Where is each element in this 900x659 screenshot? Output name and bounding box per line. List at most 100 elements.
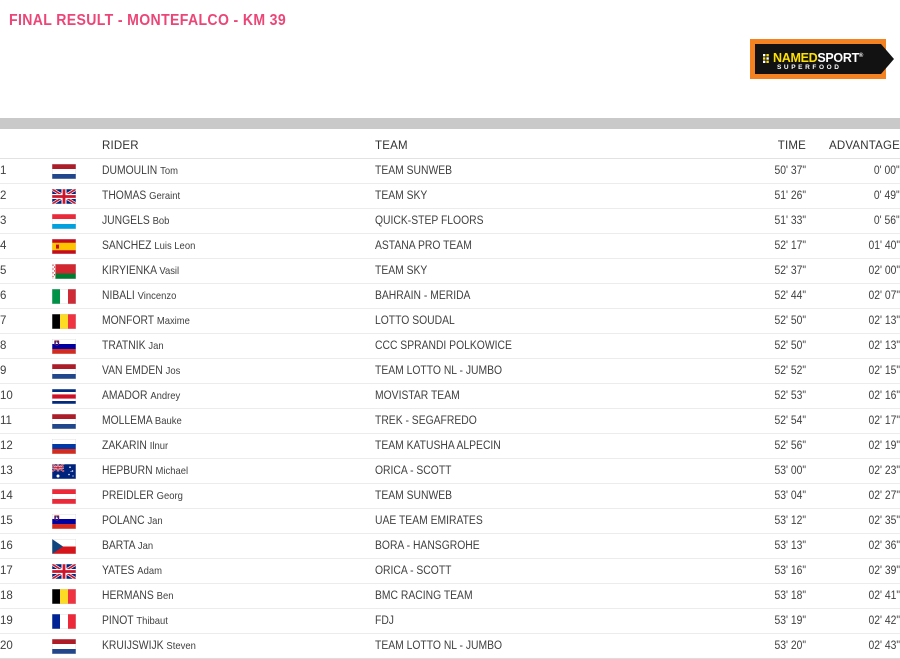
table-row[interactable]: 3 JUNGELS Bob QUICK-STEP FLOORS 51' 33" 0' 5… [0,209,900,234]
table-row[interactable]: 4 SANCHEZ Luis Leon ASTANA PRO TEAM 52' 17"… [0,234,900,259]
table-row[interactable]: 1 DUMOULIN Tom TEAM SUNWEB 50' 37" 0' 00" [0,159,900,184]
cell-team[interactable]: FDJ [375,609,725,634]
table-row[interactable]: 11 MOLLEMA Bauke TREK - SEGAFREDO 52' 54" 02… [0,409,900,434]
cell-team[interactable]: TEAM SUNWEB [375,159,725,184]
cell-rider[interactable]: HERMANS Ben [102,584,375,609]
team-name: TEAM KATUSHA ALPECIN [375,440,501,452]
cell-rider[interactable]: KIRYIENKA Vasil [102,259,375,284]
cell-team[interactable]: ORICA - SCOTT [375,559,725,584]
table-row[interactable]: 6 NIBALI Vincenzo BAHRAIN - MERIDA 52' 44" 0… [0,284,900,309]
rider-name: JUNGELS Bob [102,215,169,227]
cell-team[interactable]: TEAM SUNWEB [375,484,725,509]
advantage-value: 02' 07" [868,290,900,302]
cell-team[interactable]: TEAM LOTTO NL - JUMBO [375,359,725,384]
cell-time: 53' 12" [725,509,806,534]
cell-team[interactable]: CCC SPRANDI POLKOWICE [375,334,725,359]
cell-advantage: 02' 42" [806,609,900,634]
rider-surname: VAN EMDEN [102,365,163,377]
cell-rider[interactable]: MONFORT Maxime [102,309,375,334]
team-name: TEAM SUNWEB [375,165,453,177]
cell-team[interactable]: TEAM SKY [375,184,725,209]
rider-firstname: Georg [156,490,183,502]
rider-name: HEPBURN Michael [102,465,188,477]
cell-team[interactable]: QUICK-STEP FLOORS [375,209,725,234]
cell-rider[interactable]: DUMOULIN Tom [102,159,375,184]
table-row[interactable]: 15 POLANC Jan UAE TEAM EMIRATES 53' 12" 02' … [0,509,900,534]
cell-flag [52,634,102,659]
logo-wordmark: NAMEDSPORT® [763,50,863,65]
cell-team[interactable]: TEAM LOTTO NL - JUMBO [375,634,725,659]
cell-team[interactable]: ORICA - SCOTT [375,459,725,484]
cell-rank: 4 [0,240,7,252]
team-name: LOTTO SOUDAL [375,315,455,327]
cell-team[interactable]: MOVISTAR TEAM [375,384,725,409]
table-row[interactable]: 12 ZAKARIN Ilnur TEAM KATUSHA ALPECIN 52' 5… [0,434,900,459]
cell-rider[interactable]: ZAKARIN Ilnur [102,434,375,459]
team-name: BAHRAIN - MERIDA [375,290,471,302]
advantage-value: 02' 13" [868,340,900,352]
cell-advantage: 02' 13" [806,309,900,334]
cell-rider[interactable]: BARTA Jan [102,534,375,559]
cell-advantage: 0' 49" [806,184,900,209]
cell-time: 52' 53" [725,384,806,409]
table-row[interactable]: 7 MONFORT Maxime LOTTO SOUDAL 52' 50" 02' 13… [0,309,900,334]
time-value: 53' 04" [774,490,806,502]
cell-rider[interactable]: THOMAS Geraint [102,184,375,209]
rider-name: MOLLEMA Bauke [102,415,182,427]
cell-rider[interactable]: AMADOR Andrey [102,384,375,409]
flag-icon-es [52,238,76,254]
cell-rider[interactable]: POLANC Jan [102,509,375,534]
cell-team[interactable]: UAE TEAM EMIRATES [375,509,725,534]
cell-team[interactable]: TREK - SEGAFREDO [375,409,725,434]
cell-advantage: 02' 41" [806,584,900,609]
cell-team[interactable]: BAHRAIN - MERIDA [375,284,725,309]
rider-firstname: Vincenzo [137,290,177,302]
rider-surname: YATES [102,565,135,577]
time-value: 53' 20" [774,640,806,652]
table-row[interactable]: 16 BARTA Jan BORA - HANSGROHE 53' 13" 02' 36… [0,534,900,559]
cell-team[interactable]: ASTANA PRO TEAM [375,234,725,259]
cell-rider[interactable]: YATES Adam [102,559,375,584]
table-row[interactable]: 8 TRATNIK Jan CCC SPRANDI POLKOWICE 52' 50"… [0,334,900,359]
cell-rider[interactable]: JUNGELS Bob [102,209,375,234]
cell-rider[interactable]: SANCHEZ Luis Leon [102,234,375,259]
table-row[interactable]: 17 YATES Adam ORICA - SCOTT 53' 16" 02' 39" [0,559,900,584]
table-row[interactable]: 2 THOMAS Geraint TEAM SKY 51' 26" 0' 49" [0,184,900,209]
cell-flag [52,259,102,284]
cell-flag [52,234,102,259]
team-name: TEAM LOTTO NL - JUMBO [375,640,503,652]
table-row[interactable]: 13 HEPBURN Michael ORICA - SCOTT 53' 00" 02'… [0,459,900,484]
cell-time: 52' 37" [725,259,806,284]
cell-team[interactable]: BORA - HANSGROHE [375,534,725,559]
cell-rider[interactable]: MOLLEMA Bauke [102,409,375,434]
cell-team[interactable]: TEAM SKY [375,259,725,284]
rider-firstname: Luis Leon [154,240,196,252]
cell-advantage: 0' 00" [806,159,900,184]
rider-name: SANCHEZ Luis Leon [102,240,195,252]
cell-rider[interactable]: VAN EMDEN Jos [102,359,375,384]
table-row[interactable]: 14 PREIDLER Georg TEAM SUNWEB 53' 04" 02' 27… [0,484,900,509]
rider-name: TRATNIK Jan [102,340,164,352]
cell-rider[interactable]: NIBALI Vincenzo [102,284,375,309]
cell-rider[interactable]: HEPBURN Michael [102,459,375,484]
cell-team[interactable]: BMC RACING TEAM [375,584,725,609]
cell-team[interactable]: LOTTO SOUDAL [375,309,725,334]
flag-icon-gb [52,563,76,579]
cell-advantage: 02' 35" [806,509,900,534]
table-row[interactable]: 20 KRUIJSWIJK Steven TEAM LOTTO NL - JUMBO… [0,634,900,659]
cell-rank: 9 [0,365,7,377]
advantage-value: 02' 41" [868,590,900,602]
table-row[interactable]: 5 KIRYIENKA Vasil TEAM SKY 52' 37" 02' 00" [0,259,900,284]
cell-rider[interactable]: TRATNIK Jan [102,334,375,359]
table-row[interactable]: 19 PINOT Thibaut FDJ 53' 19" 02' 42" [0,609,900,634]
table-row[interactable]: 10 AMADOR Andrey MOVISTAR TEAM 52' 53" 02' 1… [0,384,900,409]
rider-surname: SANCHEZ [102,240,152,252]
cell-rider[interactable]: PREIDLER Georg [102,484,375,509]
time-value: 52' 50" [774,315,806,327]
cell-team[interactable]: TEAM KATUSHA ALPECIN [375,434,725,459]
table-row[interactable]: 9 VAN EMDEN Jos TEAM LOTTO NL - JUMBO 52' 5… [0,359,900,384]
cell-rider[interactable]: PINOT Thibaut [102,609,375,634]
cell-rider[interactable]: KRUIJSWIJK Steven [102,634,375,659]
cell-time: 50' 37" [725,159,806,184]
table-row[interactable]: 18 HERMANS Ben BMC RACING TEAM 53' 18" 02' 4… [0,584,900,609]
